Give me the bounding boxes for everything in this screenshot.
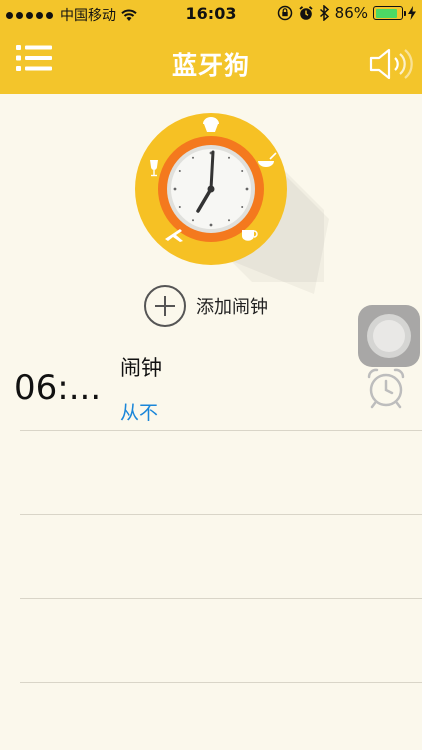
page-title: 蓝牙狗 [171, 51, 250, 80]
battery-percent: 86% [334, 4, 368, 22]
add-alarm-label: 添加闹钟 [196, 297, 268, 318]
app-header: 蓝牙狗 [0, 28, 422, 94]
alarm-repeat: 从不 [120, 402, 159, 424]
status-left: 中国移动 [6, 5, 138, 25]
list-divider [20, 598, 422, 599]
plus-circle-icon [144, 285, 186, 327]
bluetooth-icon [319, 5, 329, 21]
battery-fill [375, 8, 397, 18]
alarm-time: 06:... [14, 368, 102, 408]
assistive-touch-button[interactable] [358, 305, 420, 367]
wifi-icon [121, 9, 137, 21]
alarm-name: 闹钟 [120, 356, 162, 380]
list-divider [20, 514, 422, 515]
signal-dots-icon [6, 11, 53, 19]
list-divider [20, 682, 422, 683]
add-alarm-button[interactable]: 添加闹钟 [144, 285, 268, 327]
status-bar: 中国移动 16:03 86% [0, 0, 422, 28]
list-divider [20, 430, 422, 431]
carrier-name: 中国移动 [60, 8, 116, 24]
clock-illustration [124, 104, 334, 304]
speaker-button[interactable] [368, 47, 414, 81]
battery-icon [373, 6, 406, 20]
speaker-icon [369, 48, 413, 80]
charging-bolt-icon [408, 6, 416, 20]
orientation-lock-icon [277, 5, 292, 21]
alarm-clock-icon[interactable] [364, 366, 408, 410]
status-right: 86% [277, 4, 416, 22]
alarm-icon [299, 6, 313, 20]
